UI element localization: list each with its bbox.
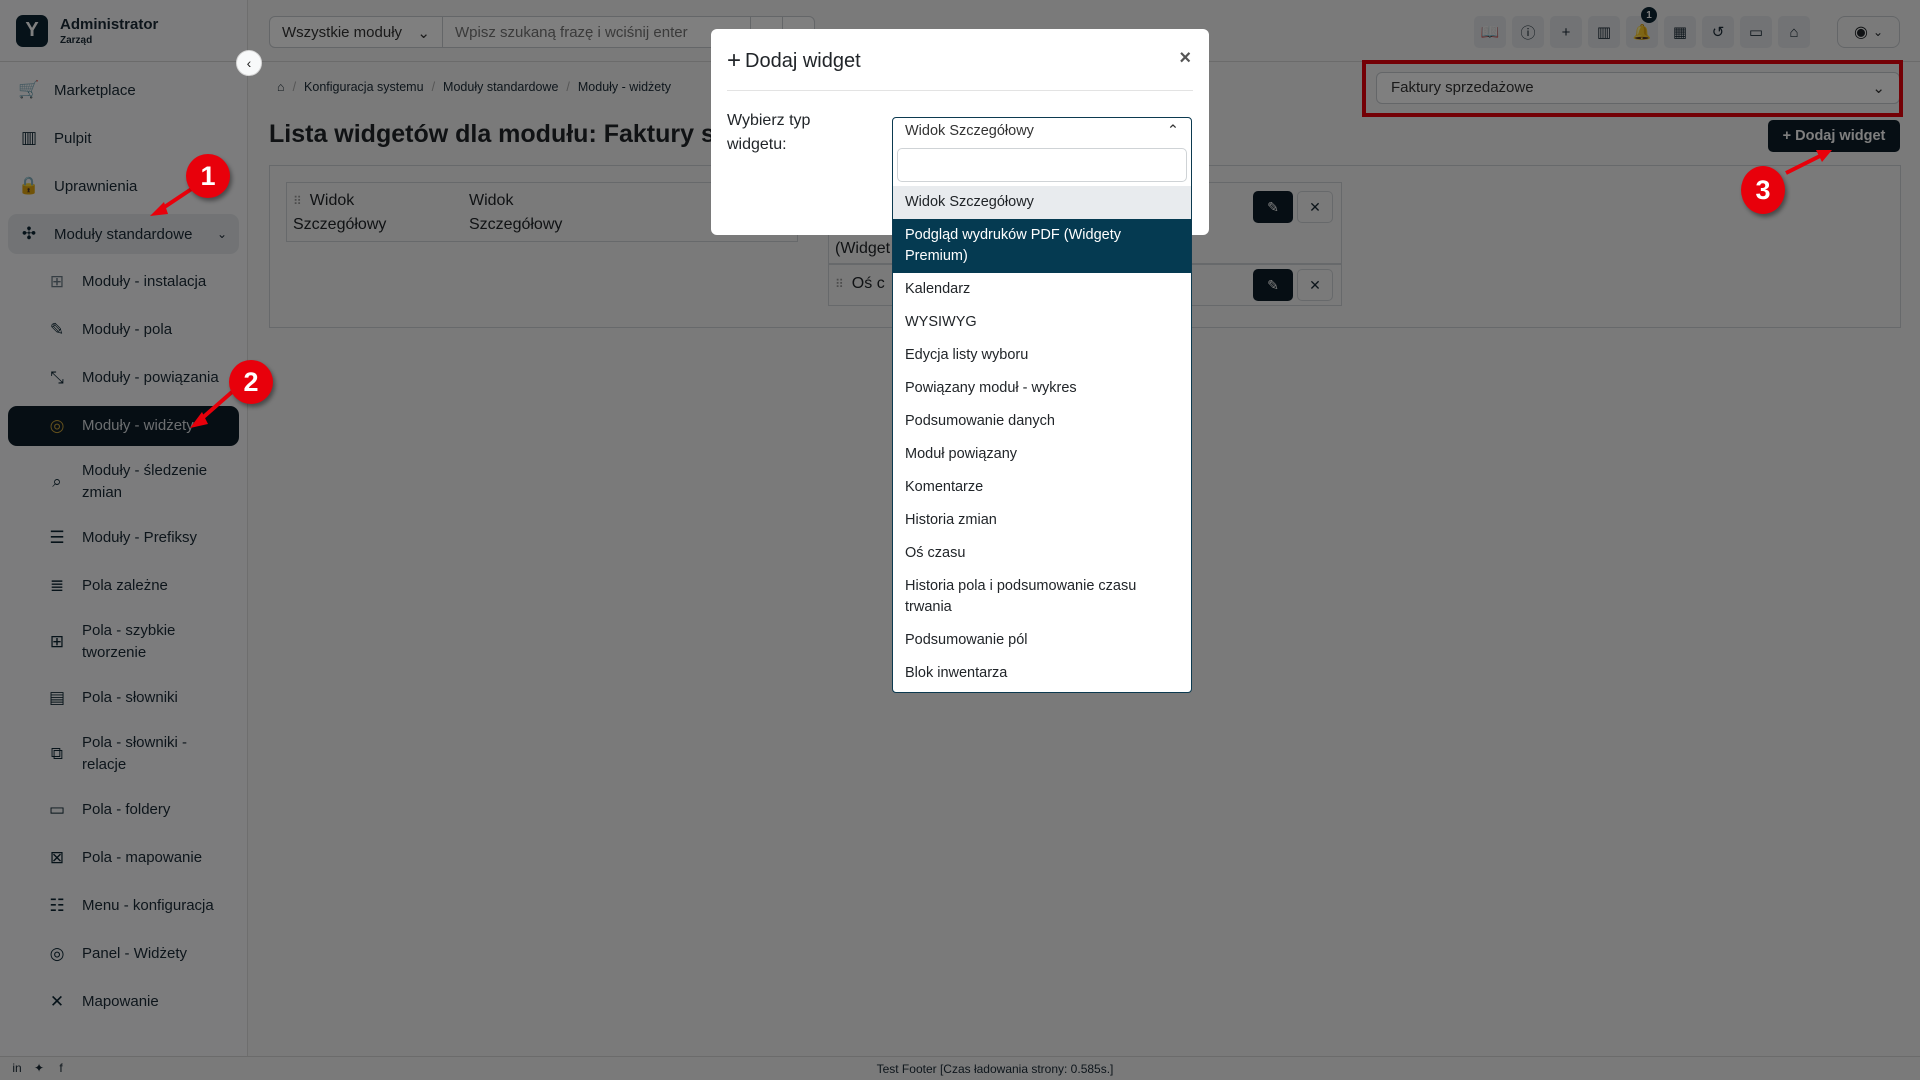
select-option[interactable]: Podsumowanie pól xyxy=(893,624,1191,657)
select-option[interactable]: Powiązany moduł - wykres xyxy=(893,372,1191,405)
select-option[interactable]: Blok inwentarza xyxy=(893,657,1191,690)
select-option[interactable]: Historia zmian xyxy=(893,504,1191,537)
select-option[interactable]: WYSIWYG xyxy=(893,306,1191,339)
select-option[interactable]: Podsumowanie danych xyxy=(893,405,1191,438)
plus-icon: + xyxy=(727,47,742,74)
annotation-marker-1: 1 xyxy=(186,154,230,198)
select-option[interactable]: Edycja listy wyboru xyxy=(893,339,1191,372)
chevron-left-icon: ‹ xyxy=(246,55,252,71)
selected-value: Widok Szczegółowy xyxy=(905,123,1034,139)
widget-type-label: Wybierz typ widgetu: xyxy=(727,112,811,153)
select-options-list: Widok Szczegółowy Podgląd wydruków PDF (W… xyxy=(893,186,1191,690)
select-option[interactable]: Oś czasu xyxy=(893,537,1191,570)
select-option[interactable]: Moduł powiązany xyxy=(893,438,1191,471)
widget-type-select-current[interactable]: Widok Szczegółowy ⌃ xyxy=(893,118,1191,148)
select-search-input[interactable] xyxy=(897,148,1187,182)
modal-title-text: Dodaj widget xyxy=(745,49,861,72)
select-option[interactable]: Historia pola i podsumowanie czasu trwan… xyxy=(893,570,1191,624)
sidebar-collapse-button[interactable]: ‹ xyxy=(236,50,262,76)
close-modal-button[interactable]: × xyxy=(1179,47,1191,70)
select-option[interactable]: Podgląd wydruków PDF (Widgety Premium) xyxy=(893,219,1191,273)
select-option[interactable]: Widok Szczegółowy xyxy=(893,186,1191,219)
chevron-up-icon: ⌃ xyxy=(1166,123,1179,139)
modal-divider xyxy=(727,90,1193,91)
annotation-marker-3: 3 xyxy=(1741,166,1785,214)
select-option[interactable]: Komentarze xyxy=(893,471,1191,504)
widget-type-select: Widok Szczegółowy ⌃ Widok Szczegółowy Pod… xyxy=(892,117,1192,693)
close-icon: × xyxy=(1179,47,1191,69)
select-option[interactable]: Kalendarz xyxy=(893,273,1191,306)
annotation-marker-2: 2 xyxy=(229,360,273,404)
modal-title: + Dodaj widget xyxy=(727,47,861,75)
